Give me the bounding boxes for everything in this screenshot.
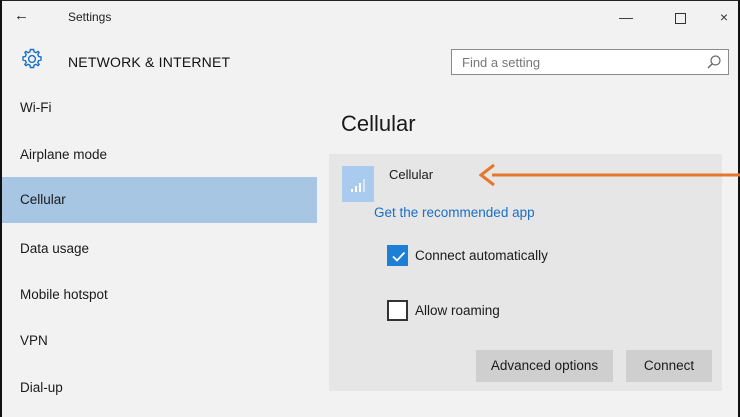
annotation-arrow	[478, 163, 740, 187]
page-title: NETWORK & INTERNET	[68, 54, 231, 70]
connect-automatically-label[interactable]: Connect automatically	[415, 248, 548, 263]
sidebar: Wi-Fi Airplane mode Cellular Data usage …	[2, 85, 317, 417]
sidebar-item-airplane-mode[interactable]: Airplane mode	[2, 132, 317, 178]
search-icon[interactable]	[706, 54, 722, 70]
maximize-button[interactable]	[668, 6, 692, 28]
connection-name: Cellular	[389, 167, 434, 182]
sidebar-item-cellular[interactable]: Cellular	[2, 177, 317, 223]
minimize-button[interactable]: —	[614, 6, 638, 28]
title-bar: ← Settings — ×	[2, 1, 738, 33]
sidebar-item-vpn[interactable]: VPN	[2, 318, 317, 364]
search-input[interactable]	[462, 55, 692, 70]
cellular-signal-icon	[351, 179, 365, 192]
sidebar-item-wifi[interactable]: Wi-Fi	[2, 85, 317, 131]
connect-button[interactable]: Connect	[626, 350, 712, 382]
main-content: Cellular Cellular Get the recommended ap…	[317, 85, 738, 417]
sidebar-item-mobile-hotspot[interactable]: Mobile hotspot	[2, 272, 317, 318]
allow-roaming-checkbox[interactable]	[387, 300, 408, 321]
maximize-icon	[674, 12, 686, 24]
checkmark-icon	[392, 251, 406, 262]
back-arrow-icon[interactable]: ←	[14, 7, 29, 24]
connect-automatically-checkbox[interactable]	[387, 245, 408, 266]
section-title: Cellular	[341, 111, 416, 136]
recommended-app-link[interactable]: Get the recommended app	[374, 205, 535, 220]
gear-icon	[22, 48, 42, 69]
sidebar-item-dial-up[interactable]: Dial-up	[2, 365, 317, 411]
close-button[interactable]: ×	[712, 6, 736, 28]
sidebar-item-data-usage[interactable]: Data usage	[2, 226, 317, 272]
cellular-tile	[342, 166, 374, 202]
window-title: Settings	[68, 10, 112, 24]
search-box[interactable]	[451, 49, 729, 75]
allow-roaming-label[interactable]: Allow roaming	[415, 303, 500, 318]
advanced-options-button[interactable]: Advanced options	[476, 350, 613, 382]
settings-header: NETWORK & INTERNET	[2, 33, 738, 85]
